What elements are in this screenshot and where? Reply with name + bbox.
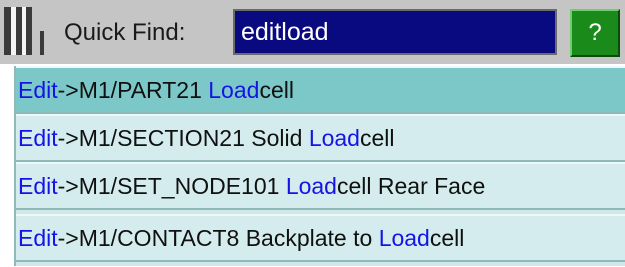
result-prefix: Edit [18,125,58,151]
result-path: ->M1/SET_NODE101 [57,173,286,199]
quick-find-input[interactable] [233,9,557,55]
quick-find-results-list: Edit->M1/PART21 Loadcell Edit->M1/SECTIO… [14,66,625,266]
result-suffix: cell [429,225,465,251]
result-prefix: Edit [18,173,58,199]
result-path: ->M1/SECTION21 Solid [57,125,309,151]
result-item-set-node101[interactable]: Edit->M1/SET_NODE101 Loadcell Rear Face [16,162,625,210]
help-button[interactable]: ? [570,9,620,57]
result-suffix: cell [359,125,395,151]
result-path: ->M1/PART21 [57,77,209,103]
result-item-contact8[interactable]: Edit->M1/CONTACT8 Backplate to Loadcell [16,214,625,262]
result-match: Load [308,125,360,151]
result-suffix: cell [259,77,294,103]
result-path: ->M1/CONTACT8 Backplate to [57,225,379,251]
toolbar-grip-icon[interactable] [4,5,58,59]
result-prefix: Edit [18,77,58,103]
result-match: Load [285,173,337,199]
result-suffix: cell Rear Face [336,173,486,199]
result-match: Load [208,77,260,103]
result-item-section21[interactable]: Edit->M1/SECTION21 Solid Loadcell [16,114,625,162]
quick-find-toolbar: Quick Find: ? [0,0,625,64]
result-item-part21[interactable]: Edit->M1/PART21 Loadcell [16,66,625,114]
quick-find-label: Quick Find: [64,19,186,46]
result-match: Load [378,225,430,251]
quick-find-panel: Quick Find: ? Edit->M1/PART21 Loadcell E… [0,0,625,267]
result-prefix: Edit [18,225,58,251]
